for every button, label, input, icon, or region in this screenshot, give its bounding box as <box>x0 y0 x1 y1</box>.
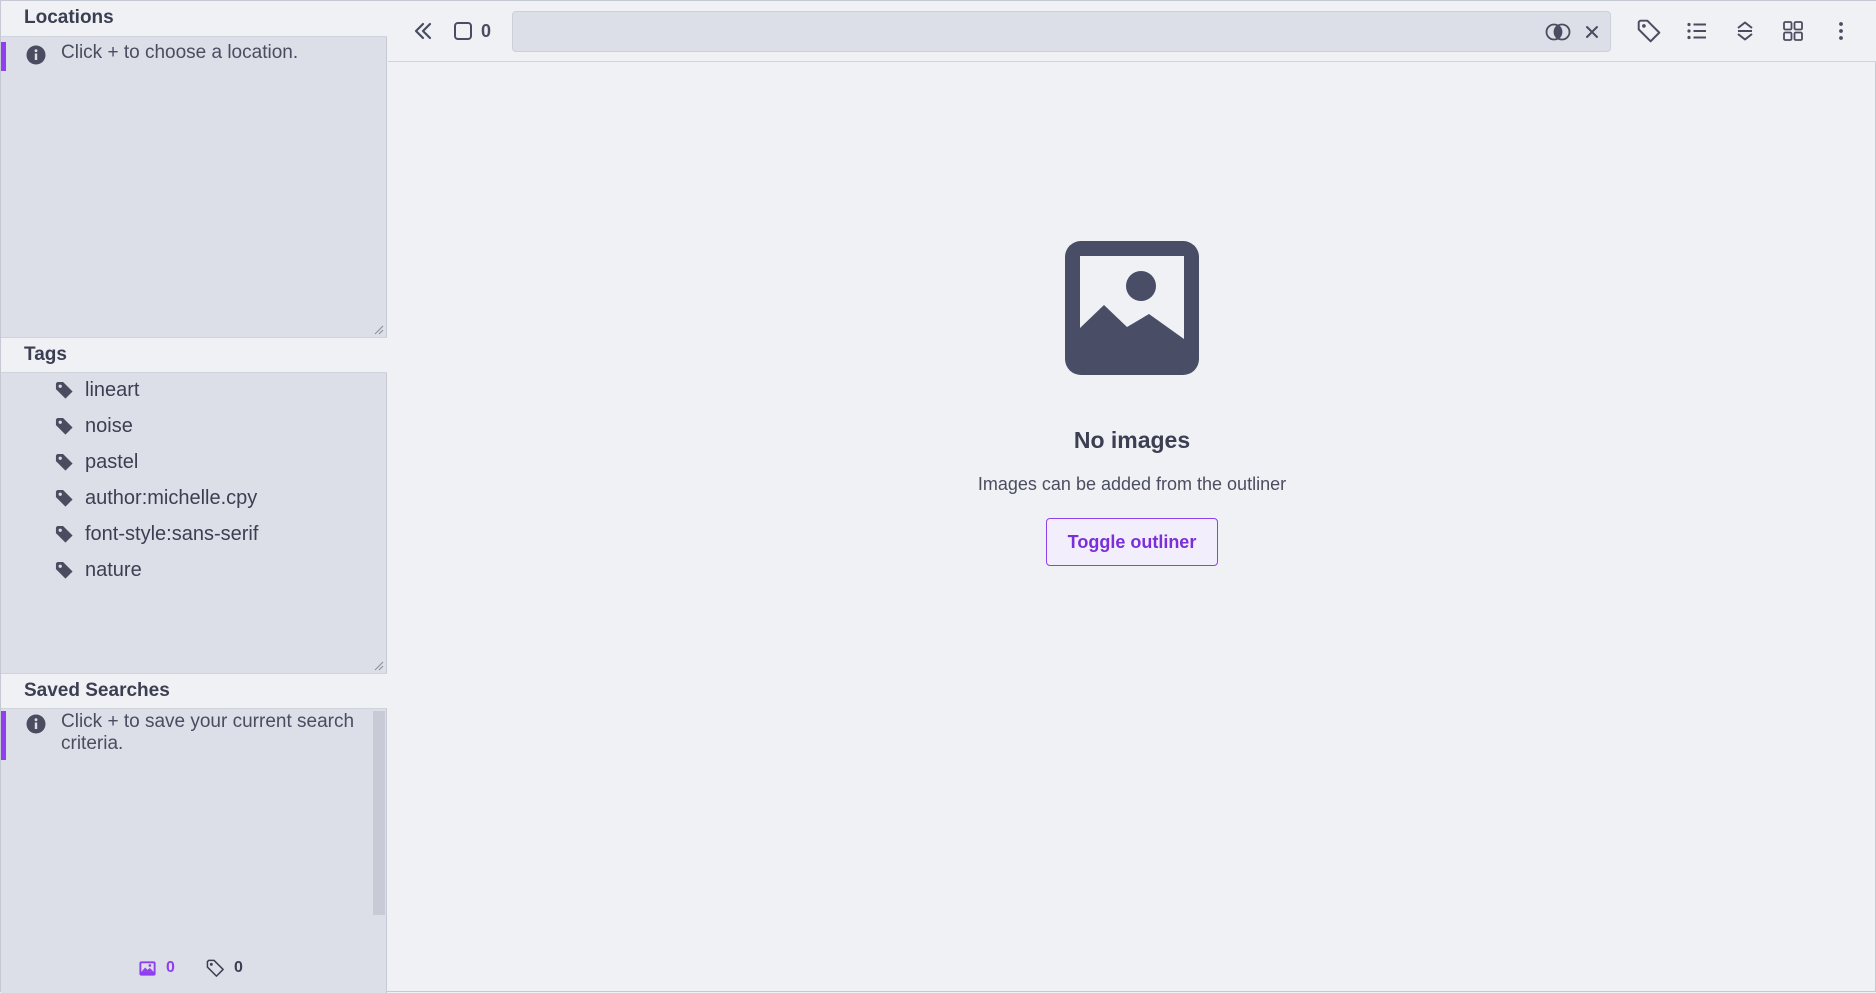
resize-handle-icon[interactable] <box>374 325 384 335</box>
app-window: Locations Click + to choose a location. … <box>0 0 1876 993</box>
gallery-area: No images Images can be added from the o… <box>388 63 1876 992</box>
grid-view-button[interactable] <box>1778 16 1808 46</box>
tag-item[interactable]: font-style:sans-serif <box>1 519 387 555</box>
accent-bar <box>1 42 6 71</box>
empty-state-title: No images <box>1073 427 1191 453</box>
grid-icon <box>1783 21 1803 41</box>
select-all-toggle[interactable]: 0 <box>454 18 514 44</box>
clear-search-button[interactable] <box>1579 19 1605 45</box>
info-icon <box>26 45 46 65</box>
tag-list: lineart noise pastel author:michelle.cpy… <box>1 375 387 591</box>
image-icon <box>139 961 156 976</box>
locations-title: Locations <box>24 7 114 28</box>
tag-label: pastel <box>85 451 139 473</box>
selected-count: 0 <box>481 21 492 41</box>
outliner-sidebar: Locations Click + to choose a location. … <box>1 1 387 993</box>
tag-icon <box>55 381 73 399</box>
sort-icon <box>1737 21 1753 41</box>
tag-label: noise <box>85 415 133 437</box>
image-placeholder-icon <box>1065 241 1199 375</box>
image-count-stat: 0 <box>138 956 188 980</box>
info-icon <box>26 714 46 734</box>
tag-label: author:michelle.cpy <box>85 487 258 509</box>
saved-searches-empty-text: Click + to save your current search crit… <box>61 711 355 754</box>
image-count: 0 <box>166 959 175 976</box>
more-vertical-icon <box>1839 22 1843 40</box>
tag-item[interactable]: pastel <box>1 447 387 483</box>
locations-empty-text: Click + to choose a location. <box>61 42 299 63</box>
saved-searches-header[interactable]: Saved Searches <box>1 673 387 709</box>
saved-searches-title: Saved Searches <box>24 680 170 701</box>
saved-searches-empty-message: Click + to save your current search crit… <box>1 711 387 760</box>
resize-handle-icon[interactable] <box>374 661 384 671</box>
tag-icon <box>55 417 73 435</box>
search-bar <box>512 11 1611 52</box>
empty-state-subtitle: Images can be added from the outliner <box>977 474 1287 494</box>
tag-item[interactable]: author:michelle.cpy <box>1 483 387 519</box>
tag-label: nature <box>85 559 142 581</box>
tag-outline-icon <box>206 959 224 977</box>
tags-title: Tags <box>24 344 67 365</box>
tag-icon <box>55 525 73 543</box>
tag-item[interactable]: noise <box>1 411 387 447</box>
more-options-button[interactable] <box>1826 16 1856 46</box>
tag-icon <box>55 561 73 579</box>
tag-icon <box>55 453 73 471</box>
tag-item[interactable]: lineart <box>1 375 387 411</box>
tag-selected-button[interactable] <box>1634 16 1664 46</box>
tag-icon <box>55 489 73 507</box>
tags-header[interactable]: Tags <box>1 337 387 373</box>
toolbar: 0 <box>388 1 1876 62</box>
locations-header[interactable]: Locations <box>1 1 387 37</box>
sidebar-scrollbar[interactable] <box>373 711 385 915</box>
accent-bar <box>1 711 6 760</box>
toggle-outliner-cta-button[interactable]: Toggle outliner <box>1046 518 1218 566</box>
toggle-icon <box>1545 23 1571 41</box>
tag-icon <box>1637 19 1661 43</box>
list-icon <box>1687 22 1706 40</box>
locations-empty-message: Click + to choose a location. <box>1 42 387 71</box>
checkbox-icon <box>454 22 472 40</box>
tag-item[interactable]: nature <box>1 555 387 591</box>
toggle-outliner-button[interactable] <box>408 16 438 46</box>
sidebar-footer: 0 0 <box>1 956 387 980</box>
tag-label: font-style:sans-serif <box>85 523 259 545</box>
match-mode-toggle[interactable] <box>1545 19 1571 45</box>
tag-count: 0 <box>234 959 243 976</box>
tag-count-stat: 0 <box>206 956 256 980</box>
list-view-button[interactable] <box>1682 16 1712 46</box>
close-icon <box>1586 26 1598 38</box>
tag-label: lineart <box>85 379 140 401</box>
chevrons-left-icon <box>414 22 432 40</box>
sort-button[interactable] <box>1730 16 1760 46</box>
search-input[interactable] <box>523 17 1503 47</box>
